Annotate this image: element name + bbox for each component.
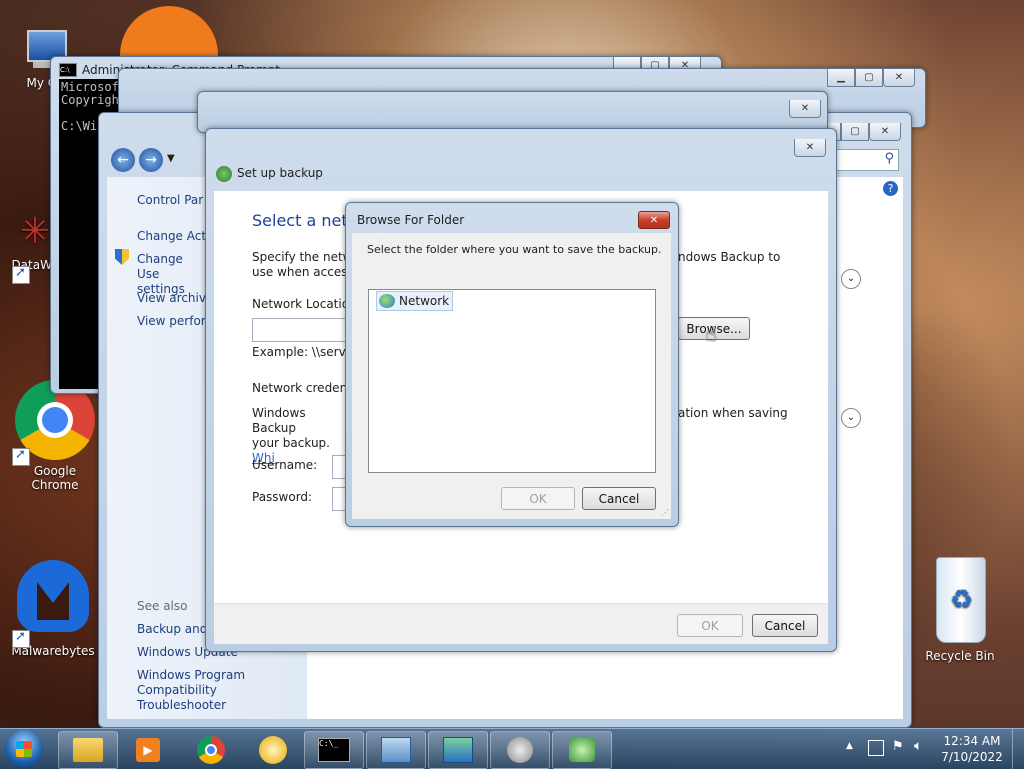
start-button[interactable] <box>5 730 43 768</box>
close-button[interactable]: ✕ <box>869 123 901 141</box>
network-location-input[interactable] <box>252 318 354 342</box>
back-button[interactable]: ← <box>111 148 135 172</box>
recent-pages-dropdown[interactable]: ▼ <box>167 153 175 164</box>
tree-item-label: Network <box>399 294 450 308</box>
dialog-instruction: Select the folder where you want to save… <box>367 243 662 256</box>
credentials-line: Windows Backup <box>252 406 306 435</box>
see-also-heading: See also <box>137 599 188 613</box>
help-icon[interactable]: ? <box>883 181 898 196</box>
show-hidden-icons-button[interactable]: ▲ <box>846 741 853 751</box>
desktop-icon-google-chrome[interactable]: Google Chrome <box>10 380 100 492</box>
speaker-icon <box>507 737 533 763</box>
close-button[interactable]: ✕ <box>789 100 821 118</box>
taskbar-control-panel[interactable] <box>366 731 426 769</box>
volume-tray-icon[interactable]: 🔈︎ <box>914 738 922 754</box>
backup-icon <box>569 738 595 762</box>
tree-item-network[interactable]: Network <box>376 291 454 311</box>
sidebar-home-link[interactable]: Control Par <box>137 193 203 207</box>
folder-icon <box>73 738 103 762</box>
folder-tree[interactable]: Network <box>368 289 656 473</box>
close-button[interactable]: ✕ <box>794 139 826 157</box>
shield-icon <box>115 249 129 265</box>
flag-tray-icon[interactable]: ⚑ <box>892 739 904 754</box>
sidebar-item-view-perfor[interactable]: View perfor <box>137 314 206 328</box>
see-also-compat-troubleshooter[interactable]: Windows Program Compatibility Troublesho… <box>137 668 307 713</box>
forward-button[interactable]: → <box>139 148 163 172</box>
taskbar-explorer[interactable] <box>58 731 118 769</box>
network-tray-icon[interactable] <box>868 740 884 756</box>
close-button[interactable]: ✕ <box>638 211 670 229</box>
malwarebytes-icon <box>11 556 95 640</box>
maximize-button[interactable]: ▢ <box>855 69 883 87</box>
taskbar-sound[interactable] <box>490 731 550 769</box>
taskbar-keepass[interactable] <box>243 731 303 769</box>
recycle-bin-icon: ♻ <box>928 555 992 645</box>
ok-button[interactable]: OK <box>501 487 575 510</box>
taskbar: ▶ C:\_ ▲ ⚑ 🔈︎ 12:34 AM 7/10/2022 <box>0 728 1024 769</box>
taskbar-chrome[interactable] <box>181 731 241 769</box>
cmd-icon: C:\_ <box>318 738 350 762</box>
resize-grip[interactable]: ⋰ <box>661 508 669 517</box>
shortcut-arrow-icon <box>12 447 30 466</box>
clock-time: 12:34 AM <box>943 734 1001 748</box>
windows-logo-icon <box>16 741 32 757</box>
clock[interactable]: 12:34 AM 7/10/2022 <box>940 733 1004 765</box>
backup-icon <box>216 166 232 182</box>
dialog-body: Select the folder where you want to save… <box>352 233 671 519</box>
maximize-button[interactable]: ▢ <box>841 123 869 141</box>
credentials-line: your backup. <box>252 436 330 450</box>
cmd-icon: C:\ <box>59 63 77 77</box>
cancel-button[interactable]: Cancel <box>582 487 656 510</box>
taskbar-backup[interactable] <box>552 731 612 769</box>
lock-icon <box>259 736 287 764</box>
desktop-icon-recycle-bin[interactable]: ♻ Recycle Bin <box>915 555 1005 663</box>
see-also-backup[interactable]: Backup and <box>137 622 207 636</box>
close-button[interactable]: ✕ <box>883 69 915 87</box>
network-location-label: Network Location <box>252 297 357 311</box>
taskbar-cmd[interactable]: C:\_ <box>304 731 364 769</box>
media-player-icon: ▶ <box>136 738 160 762</box>
expand-chevron-icon[interactable]: ⌄ <box>841 269 861 289</box>
shortcut-arrow-icon <box>12 265 30 284</box>
control-panel-icon <box>381 737 411 763</box>
browse-folder-dialog[interactable]: Browse For Folder ✕ Select the folder wh… <box>345 202 679 527</box>
network-icon <box>443 737 473 763</box>
password-label: Password: <box>252 490 313 504</box>
username-label: Username: <box>252 458 318 472</box>
network-icon <box>379 294 395 308</box>
chrome-icon <box>197 736 225 764</box>
taskbar-media-player[interactable]: ▶ <box>118 731 178 769</box>
sidebar-item-change-act[interactable]: Change Act <box>137 229 206 243</box>
minimize-button[interactable]: ▁ <box>827 69 855 87</box>
desktop-icon-label: Recycle Bin <box>925 649 995 663</box>
search-icon: ⚲ <box>884 151 894 166</box>
window-title: Set up backup <box>237 166 323 180</box>
shortcut-arrow-icon <box>12 629 30 648</box>
mouse-cursor-icon: ☝ <box>705 322 718 346</box>
ok-button[interactable]: OK <box>677 614 743 637</box>
cancel-button[interactable]: Cancel <box>752 614 818 637</box>
taskbar-network[interactable] <box>428 731 488 769</box>
background-window-2[interactable]: ✕ <box>197 91 828 133</box>
credentials-text-right: ation when saving <box>678 406 788 420</box>
show-desktop-button[interactable] <box>1012 729 1024 769</box>
intro-text-right: ndows Backup to <box>678 250 781 264</box>
clock-date: 7/10/2022 <box>941 750 1003 764</box>
dialog-title: Browse For Folder <box>357 213 465 227</box>
sidebar-item-view-archiv[interactable]: View archiv <box>137 291 206 305</box>
expand-chevron-icon[interactable]: ⌄ <box>841 408 861 428</box>
spider-icon: ✳ <box>19 211 51 252</box>
desktop-icon-label: Google Chrome <box>31 464 79 492</box>
